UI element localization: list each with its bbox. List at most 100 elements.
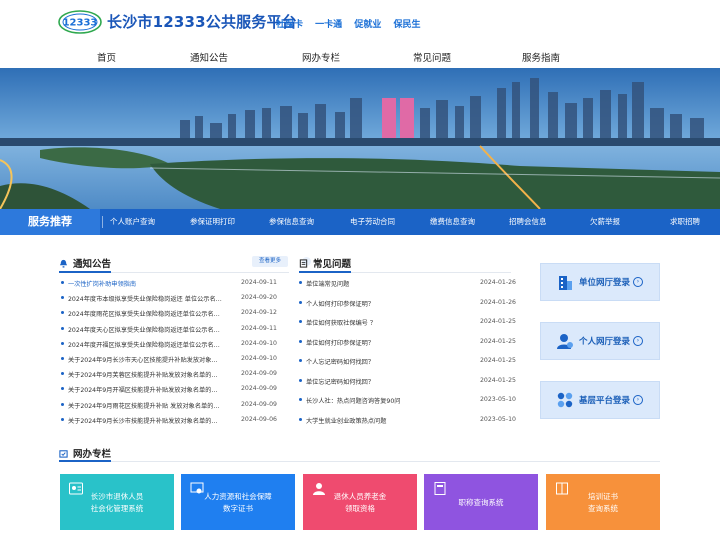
nav-faq[interactable]: 常见问题	[413, 50, 451, 64]
faq-title: 常见问题	[313, 259, 352, 270]
pension-eligibility-card[interactable]: 退休人员养老金 领取资格	[303, 474, 417, 530]
city-skyline-image	[0, 68, 720, 209]
faq-item[interactable]: 单位端常见问题 2024-01-26	[299, 279, 516, 288]
retiree-management-card[interactable]: 长沙市退休人员 社会化管理系统	[60, 474, 174, 530]
service-link[interactable]: 招聘会信息	[509, 216, 547, 227]
faq-question[interactable]: 单位忘记密码如何找回？	[306, 377, 466, 386]
faq-date: 2024-01-25	[480, 337, 516, 345]
card-label: 领取资格	[345, 504, 375, 513]
faq-item[interactable]: 个人如何打印参保证明？ 2024-01-26	[299, 299, 516, 308]
notice-item[interactable]: 关于2024年9月芙蓉区技能提升补贴发放对象名单的… 2024-09-09	[61, 370, 291, 379]
unit-hall-login-button[interactable]: 单位网厅登录 ›	[540, 263, 660, 301]
service-link[interactable]: 求职招聘	[670, 216, 700, 227]
faq-item[interactable]: 大学生就业创业政策热点问题 2023-05-10	[299, 416, 516, 425]
faq-date: 2024-01-25	[480, 318, 516, 325]
bullet-dot	[61, 387, 64, 391]
notice-title[interactable]: 2024年度市本级拟享受失业保险稳岗返还 单位公示名…	[68, 294, 234, 303]
title-query-card[interactable]: 职称查询系统	[424, 474, 538, 530]
login-label: 基层平台登录	[579, 396, 631, 406]
nav-home[interactable]: 首页	[97, 50, 116, 64]
digital-certificate-card[interactable]: 人力资源和社会保障 数字证书	[181, 474, 295, 530]
slogan-item: 社保卡	[276, 20, 304, 30]
nav-guide[interactable]: 服务指南	[522, 50, 560, 64]
notice-title[interactable]: 关于2024年9月长沙市技能提升补贴发放对象名单的…	[68, 416, 234, 425]
notice-date: 2024-09-09	[241, 370, 277, 378]
bullet-dot	[299, 281, 302, 284]
faq-date: 2023-05-10	[480, 396, 516, 403]
service-link[interactable]: 个人账户查询	[110, 216, 155, 227]
personal-hall-login-button[interactable]: 个人网厅登录 ›	[540, 322, 660, 360]
notice-date: 2024-09-10	[241, 339, 277, 347]
notice-item[interactable]: 关于2024年9月长沙市技能提升补贴发放对象名单的… 2024-09-06	[61, 416, 291, 425]
logo-12333-icon[interactable]: 12333	[58, 10, 102, 34]
grid-icon	[557, 392, 573, 408]
heading-underline	[299, 271, 351, 273]
service-link[interactable]: 参保信息查询	[269, 216, 314, 227]
notice-date: 2024-09-09	[241, 400, 277, 408]
notice-title[interactable]: 关于2024年9月长沙市天心区技能提升补贴发放对象…	[68, 355, 234, 364]
slogan-item: 促就业	[354, 20, 382, 30]
faq-date: 2024-01-26	[480, 298, 516, 306]
service-recommend-bar: 服务推荐 个人账户查询 参保证明打印 参保信息查询 电子劳动合同 缴费信息查询 …	[0, 209, 720, 235]
main-nav: 首页 通知公告 网办专栏 常见问题 服务指南	[0, 44, 720, 68]
service-link[interactable]: 缴费信息查询	[430, 216, 475, 227]
faq-date: 2024-01-25	[480, 357, 516, 364]
notice-item[interactable]: 关于2024年9月雨花区技能提升补贴 发放对象名单的… 2024-09-09	[61, 401, 291, 410]
bell-icon	[59, 259, 68, 268]
faq-item[interactable]: 单位忘记密码如何找回？ 2024-01-25	[299, 377, 516, 386]
faq-question[interactable]: 单位如何打印参保证明？	[306, 338, 466, 347]
bullet-dot	[299, 339, 302, 343]
faq-item[interactable]: 单位如何打印参保证明？ 2024-01-25	[299, 338, 516, 347]
notice-title[interactable]: 关于2024年9月开福区技能提升补贴发放对象名单的…	[68, 385, 234, 394]
nav-notices[interactable]: 通知公告	[190, 50, 228, 64]
service-link[interactable]: 电子劳动合同	[350, 216, 395, 227]
notice-item[interactable]: 2024年度开福区拟享受失业保险稳岗返还单位公示名… 2024-09-10	[61, 340, 291, 349]
notice-title[interactable]: 关于2024年9月雨花区技能提升补贴 发放对象名单的…	[68, 401, 234, 410]
faq-question[interactable]: 大学生就业创业政策热点问题	[306, 416, 466, 425]
notice-title[interactable]: 2024年度开福区拟享受失业保险稳岗返还单位公示名…	[68, 340, 234, 349]
building-icon	[559, 276, 572, 290]
notice-item[interactable]: 关于2024年9月长沙市天心区技能提升补贴发放对象… 2024-09-10	[61, 355, 291, 364]
notice-title[interactable]: 关于2024年9月芙蓉区技能提升补贴发放对象名单的…	[68, 370, 234, 379]
faq-date: 2024-01-25	[480, 376, 516, 384]
notice-title[interactable]: 2024年度天心区拟享受失业保险稳岗返还单位公示名…	[68, 325, 234, 334]
faq-question[interactable]: 单位如何获取社保编号 ？	[306, 318, 466, 327]
card-label: 查询系统	[588, 504, 618, 513]
faq-item[interactable]: 个人忘记密码如何找回？ 2024-01-25	[299, 357, 516, 366]
faq-question[interactable]: 长沙人社：热点问题咨询答复90问	[306, 396, 466, 405]
bullet-dot	[61, 296, 64, 300]
service-link[interactable]: 欠薪举报	[590, 216, 620, 227]
service-link[interactable]: 参保证明打印	[190, 216, 235, 227]
notice-item[interactable]: 2024年度天心区拟享受失业保险稳岗返还单位公示名… 2024-09-11	[61, 325, 291, 334]
notice-item[interactable]: 2024年度市本级拟享受失业保险稳岗返还 单位公示名… 2024-09-20	[61, 294, 291, 303]
login-label: 个人网厅登录	[579, 337, 631, 347]
card-label: 培训证书	[588, 492, 618, 501]
faq-question[interactable]: 个人忘记密码如何找回？	[306, 357, 466, 366]
city-banner-image	[0, 68, 720, 209]
faq-date: 2024-01-26	[480, 279, 516, 286]
notice-item[interactable]: 关于2024年9月开福区技能提升补贴发放对象名单的… 2024-09-09	[61, 385, 291, 394]
notice-title[interactable]: 一次性扩岗补助申领指南	[68, 279, 234, 288]
faq-question[interactable]: 单位端常见问题	[306, 279, 466, 288]
site-title: 长沙市12333公共服务平台	[107, 13, 297, 31]
view-more-button[interactable]: 查看更多	[252, 256, 288, 267]
grassroots-platform-login-button[interactable]: 基层平台登录 ›	[540, 381, 660, 419]
notice-title[interactable]: 2024年度雨花区拟享受失业保险稳岗返还单位公示名…	[68, 309, 234, 318]
slogan-item: 一卡通	[315, 20, 343, 30]
logo-text: 12333	[63, 18, 98, 29]
bullet-dot	[61, 417, 64, 421]
arrow-right-icon: ›	[633, 277, 643, 287]
nav-online[interactable]: 网办专栏	[302, 50, 340, 64]
notice-date: 2024-09-11	[241, 324, 277, 332]
login-label: 单位网厅登录	[579, 278, 631, 288]
notice-date: 2024-09-20	[241, 294, 277, 302]
card-label: 人力资源和社会保障	[204, 492, 272, 501]
faq-item[interactable]: 长沙人社：热点问题咨询答复90问 2023-05-10	[299, 396, 516, 405]
bullet-dot	[61, 281, 64, 284]
faq-item[interactable]: 单位如何获取社保编号 ？ 2024-01-25	[299, 318, 516, 327]
notice-item[interactable]: 2024年度雨花区拟享受失业保险稳岗返还单位公示名… 2024-09-12	[61, 309, 291, 318]
training-certificate-card[interactable]: 培训证书 查询系统	[546, 474, 660, 530]
slogan-item: 保民生	[393, 20, 421, 30]
faq-question[interactable]: 个人如何打印参保证明？	[306, 299, 466, 308]
notice-item[interactable]: 一次性扩岗补助申领指南 2024-09-11	[61, 279, 291, 288]
